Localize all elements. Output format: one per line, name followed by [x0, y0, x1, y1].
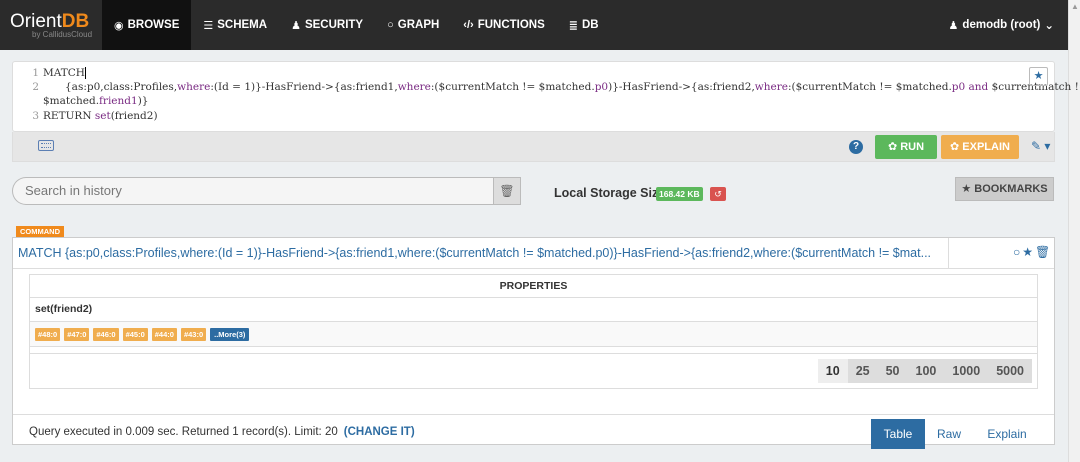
nav-db[interactable]: ≣ DB — [557, 0, 611, 50]
refresh-icon: ↺ — [714, 189, 722, 199]
user-icon: ♟ — [948, 19, 959, 32]
rid-link[interactable]: #46:0 — [93, 327, 119, 341]
column-name: set(friend2) — [30, 298, 1037, 322]
rid-link[interactable]: #43:0 — [180, 327, 207, 341]
wrench-dropdown-icon[interactable]: ✎ ▾ — [1031, 139, 1050, 153]
circle-icon: ○ — [387, 19, 394, 31]
page-size-1000[interactable]: 1000 — [944, 359, 989, 383]
graph-icon[interactable]: ○ — [1013, 245, 1022, 259]
clear-history-button[interactable]: 🗑 — [493, 177, 521, 205]
eye-icon: ◉ — [114, 19, 124, 32]
status-text: Query executed in 0.009 sec. Returned 1 … — [29, 426, 415, 438]
star-icon[interactable]: ★ — [1022, 245, 1035, 259]
rid-link[interactable]: #47:0 — [64, 327, 90, 341]
result-actions: ○★🗑 — [1013, 245, 1052, 259]
editor-line-2: 2 {as:p0,class:Profiles,where:(Id = 1)}-H… — [32, 81, 1080, 93]
top-navbar: OrientDB by CallidusCloud ◉ BROWSE ☰ SCH… — [0, 0, 1068, 50]
bookmarks-button[interactable]: ★ BOOKMARKS — [955, 177, 1054, 201]
storage-size-badge: 168.42 KB — [656, 187, 703, 201]
rid-link[interactable]: #44:0 — [151, 327, 177, 341]
properties-header: PROPERTIES — [30, 275, 1037, 298]
help-icon[interactable]: ? — [849, 140, 863, 154]
page-scrollbar[interactable]: ▲ — [1068, 0, 1080, 462]
run-button[interactable]: ✿ RUN — [875, 135, 937, 159]
chevron-down-icon: ⌄ — [1044, 20, 1054, 32]
history-search-input[interactable]: Search in history — [12, 177, 493, 205]
gear-icon: ✿ — [887, 141, 898, 153]
list-icon: ☰ — [203, 19, 214, 32]
page-size-selector: 10 25 50 100 1000 5000 — [817, 359, 1032, 383]
result-panel: MATCH {as:p0,class:Profiles,where:(Id = … — [12, 237, 1055, 449]
bookmark-star-button[interactable]: ★ — [1029, 67, 1048, 86]
nav-functions[interactable]: ‹/› FUNCTIONS — [451, 0, 556, 50]
more-rids-button[interactable]: ..More(3) — [210, 327, 250, 341]
nav-schema[interactable]: ☰ SCHEMA — [191, 0, 279, 50]
gears-icon: ✿ — [950, 141, 960, 153]
rid-link[interactable]: #45:0 — [122, 327, 148, 341]
status-bar: Query executed in 0.009 sec. Returned 1 … — [13, 414, 1054, 449]
user-menu[interactable]: ♟ demodb (root) ⌄ — [937, 0, 1068, 50]
page-size-10[interactable]: 10 — [817, 359, 848, 383]
star-icon: ★ — [961, 183, 972, 195]
result-header: MATCH {as:p0,class:Profiles,where:(Id = … — [13, 238, 1054, 269]
database-icon: ≣ — [568, 19, 578, 32]
rid-row: #48:0 #47:0 #46:0 #45:0 #44:0 #43:0 ..Mo… — [30, 322, 1037, 347]
page-size-5000[interactable]: 5000 — [988, 359, 1032, 383]
editor-toolbar: ? ✿ RUN ✿ EXPLAIN ✎ ▾ — [12, 132, 1055, 162]
code-icon: ‹/› — [463, 19, 474, 31]
editor-line-2-wrap: $matched.friend1)} — [43, 95, 149, 107]
rid-link[interactable]: #48:0 — [35, 327, 61, 341]
result-query-text[interactable]: MATCH {as:p0,class:Profiles,where:(Id = … — [18, 246, 942, 260]
nav-graph[interactable]: ○ GRAPH — [375, 0, 451, 50]
tab-raw[interactable]: Raw — [929, 419, 969, 449]
nav-browse[interactable]: ◉ BROWSE — [102, 0, 192, 50]
local-storage-label: Local Storage Size — [554, 186, 666, 200]
reset-storage-button[interactable]: ↺ — [710, 187, 726, 201]
scroll-up-icon[interactable]: ▲ — [1071, 2, 1079, 11]
pager-row: 10 25 50 100 1000 5000 — [30, 354, 1037, 388]
change-limit-link[interactable]: (CHANGE IT) — [344, 426, 415, 438]
page-size-100[interactable]: 100 — [907, 359, 945, 383]
command-tag: COMMAND — [16, 226, 64, 237]
tab-explain[interactable]: Explain — [979, 419, 1035, 449]
user-icon: ♟ — [291, 19, 301, 32]
page-size-50[interactable]: 50 — [877, 359, 908, 383]
query-editor[interactable]: 1 MATCH 2 {as:p0,class:Profiles,where:(Id … — [12, 61, 1080, 132]
tab-table[interactable]: Table — [871, 419, 925, 449]
keyboard-icon[interactable] — [38, 140, 54, 151]
properties-table: PROPERTIES set(friend2) #48:0 #47:0 #46:… — [29, 274, 1038, 389]
editor-line-3: 3 RETURN set(friend2) — [32, 110, 158, 122]
page-size-25[interactable]: 25 — [847, 359, 878, 383]
explain-button[interactable]: ✿ EXPLAIN — [941, 135, 1019, 159]
trash-icon: 🗑 — [499, 184, 515, 198]
trash-icon[interactable]: 🗑 — [1035, 245, 1052, 259]
editor-line-1: 1 MATCH — [32, 67, 86, 79]
nav-security[interactable]: ♟ SECURITY — [279, 0, 375, 50]
orientdb-logo[interactable]: OrientDB by CallidusCloud — [0, 0, 102, 50]
